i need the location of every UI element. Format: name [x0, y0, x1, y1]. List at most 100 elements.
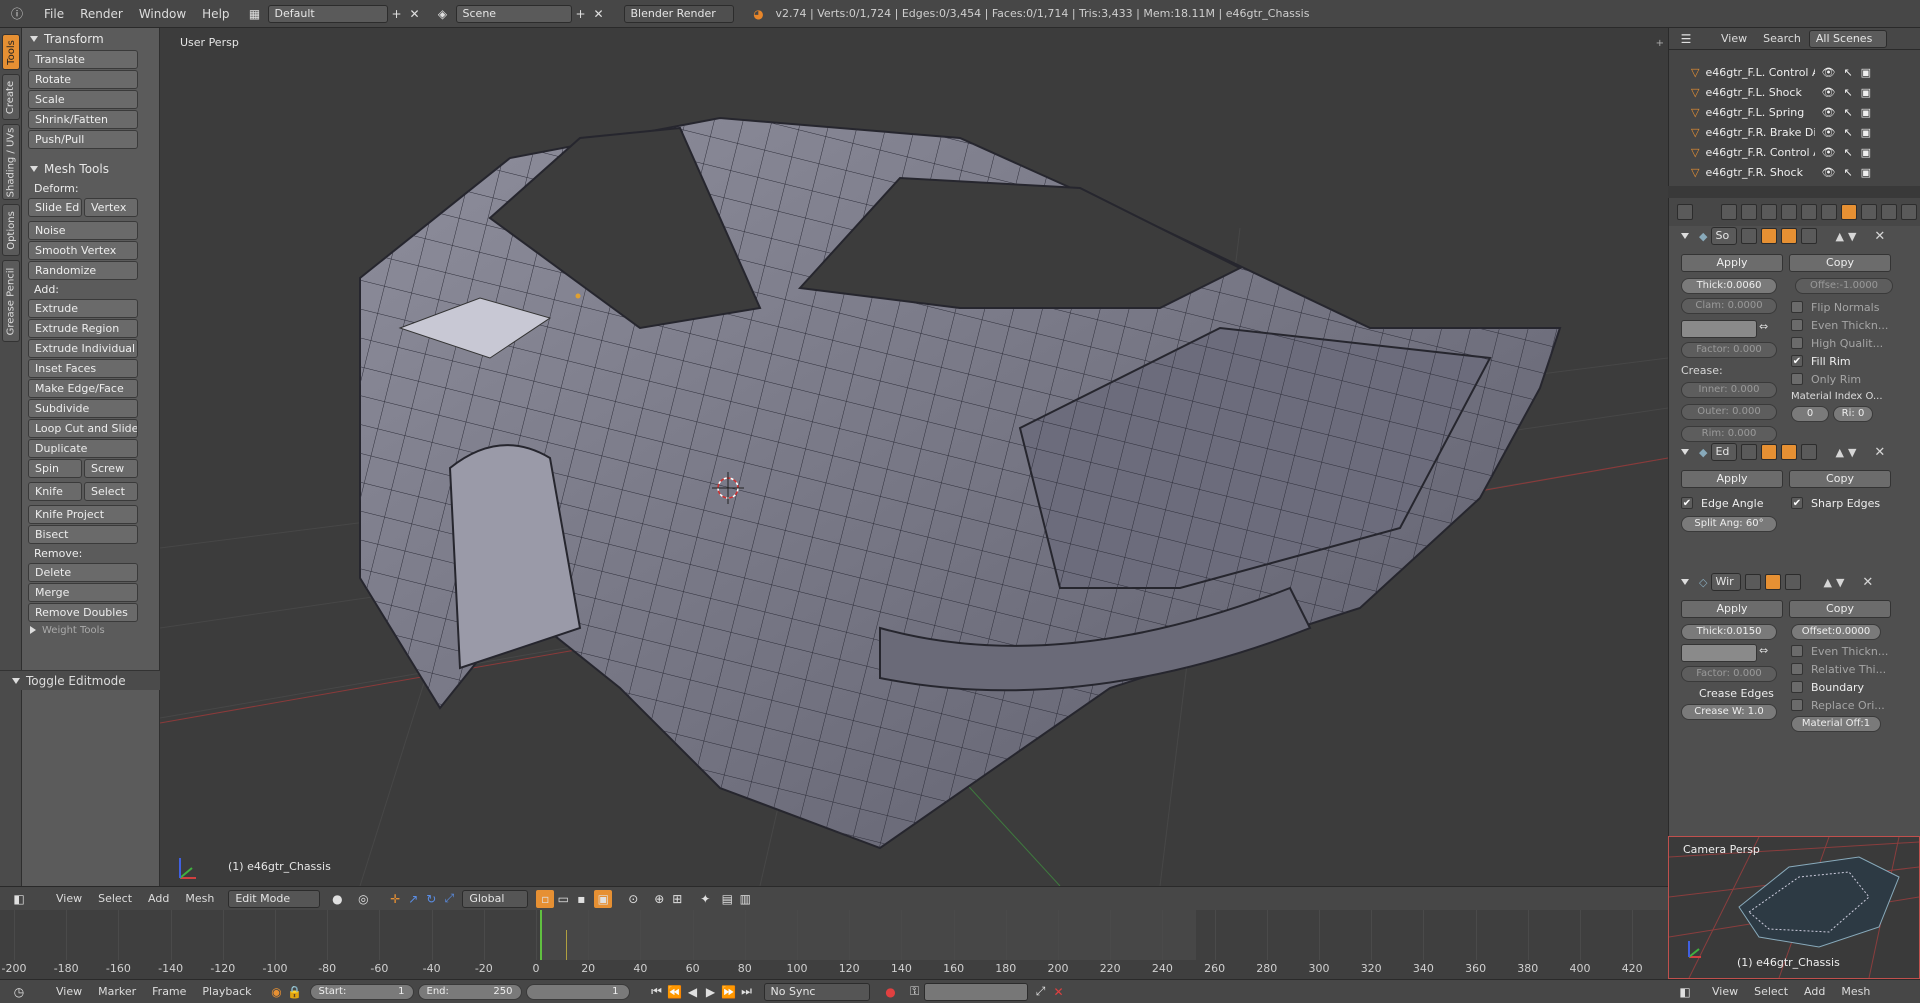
editmode-toggle-icon[interactable]: [1745, 574, 1762, 590]
tab-create[interactable]: Create: [2, 74, 20, 120]
jump-start-icon[interactable]: ⏮: [648, 983, 666, 1001]
add-layout-icon[interactable]: +: [388, 5, 406, 23]
vertex-slide-button[interactable]: Vertex: [84, 198, 138, 217]
remove-doubles-button[interactable]: Remove Doubles: [28, 603, 138, 622]
add-scene-icon[interactable]: +: [572, 5, 590, 23]
collapse-icon[interactable]: [1681, 449, 1689, 455]
render-icon[interactable]: ▣: [1861, 166, 1871, 179]
render-icon[interactable]: ▣: [1861, 66, 1871, 79]
timeline[interactable]: -200 -180 -160 -140 -120 -100 -80 -60 -40 -20 0 20 4…: [0, 910, 1668, 979]
inner-crease-field[interactable]: Inner: 0.000: [1681, 382, 1777, 398]
data-tab-icon[interactable]: [1861, 204, 1877, 220]
translate-button[interactable]: Translate: [28, 50, 138, 69]
material-index-field[interactable]: 0: [1791, 406, 1829, 422]
copy-button[interactable]: Copy: [1789, 254, 1891, 272]
cursor-icon[interactable]: ↖: [1843, 166, 1852, 179]
extrude-dropdown[interactable]: Extrude: [28, 299, 138, 318]
remove-scene-icon[interactable]: ✕: [590, 5, 608, 23]
tab-tools[interactable]: Tools: [2, 34, 20, 70]
layout-grid-icon[interactable]: ▦: [246, 5, 264, 23]
sharp-edges-checkbox[interactable]: ✔ Sharp Edges: [1791, 494, 1880, 512]
solidify-name-field[interactable]: So: [1711, 227, 1738, 245]
knife-project-button[interactable]: Knife Project: [28, 505, 138, 524]
wire-factor-field[interactable]: Factor: 0.000: [1681, 666, 1777, 682]
remove-modifier-icon[interactable]: ✕: [1874, 229, 1885, 244]
manipulator-icon[interactable]: ✛: [386, 890, 404, 908]
delete-dropdown[interactable]: Delete: [28, 563, 138, 582]
rotate-manipulator-icon[interactable]: ↻: [422, 890, 440, 908]
transform-panel-header[interactable]: Transform: [24, 28, 158, 50]
cam-add-menu[interactable]: Add: [1796, 985, 1833, 998]
mesh-tools-panel-header[interactable]: Mesh Tools: [24, 158, 158, 180]
outliner-display-select[interactable]: All Scenes: [1808, 29, 1887, 48]
inset-faces-button[interactable]: Inset Faces: [28, 359, 138, 378]
move-down-icon[interactable]: ▼: [1848, 446, 1856, 459]
scene-field[interactable]: Scene: [455, 4, 572, 23]
layers-tab-icon[interactable]: [1741, 204, 1757, 220]
bisect-button[interactable]: Bisect: [28, 525, 138, 544]
slide-edge-button[interactable]: Slide Ed: [28, 198, 82, 217]
invert-icon[interactable]: ⇔: [1759, 644, 1768, 662]
only-rim-checkbox[interactable]: Only Rim: [1791, 370, 1907, 388]
toggle-editmode-panel[interactable]: Toggle Editmode: [0, 670, 160, 690]
apply-button[interactable]: Apply: [1681, 600, 1783, 618]
remove-modifier-icon[interactable]: ✕: [1874, 445, 1885, 460]
extrude-region-button[interactable]: Extrude Region: [28, 319, 138, 338]
frame-menu[interactable]: Frame: [144, 985, 194, 998]
sync-select[interactable]: No Sync: [763, 982, 870, 1001]
3d-viewport[interactable]: User Persp (1) e46gtr_Chassis +: [160, 28, 1668, 886]
shading-icon[interactable]: ●: [328, 890, 346, 908]
outliner-row[interactable]: ▽ e46gtr_F.L. Spring 👁 ↖ ▣: [1669, 102, 1920, 122]
render-icon[interactable]: ▣: [1861, 146, 1871, 159]
eye-icon[interactable]: 👁: [1821, 86, 1835, 99]
render-toggle-icon[interactable]: [1761, 444, 1778, 460]
wireframe-name-field[interactable]: Wir: [1711, 573, 1742, 591]
mode-select[interactable]: Edit Mode: [228, 889, 321, 908]
cage-toggle-icon[interactable]: [1801, 444, 1818, 460]
render-icon[interactable]: ▣: [1861, 126, 1871, 139]
menu-window[interactable]: Window: [131, 7, 194, 21]
edge-angle-checkbox[interactable]: ✔ Edge Angle: [1681, 494, 1791, 512]
tab-shading-uvs[interactable]: Shading / UVs: [2, 124, 20, 200]
properties-editor-icon[interactable]: [1677, 204, 1693, 220]
realtime-toggle-icon[interactable]: [1785, 574, 1802, 590]
animation-render-icon[interactable]: ▥: [736, 890, 754, 908]
cam-view-menu[interactable]: View: [1704, 985, 1746, 998]
camera-viewport[interactable]: Camera Persp (1) e46gtr_Chassis: [1668, 836, 1920, 979]
split-angle-field[interactable]: Split Ang: 60°: [1681, 516, 1777, 532]
playback-menu[interactable]: Playback: [194, 985, 259, 998]
fill-rim-checkbox[interactable]: ✔ Fill Rim: [1791, 352, 1907, 370]
noise-button[interactable]: Noise: [28, 221, 138, 240]
edge-select-icon[interactable]: ▭: [554, 890, 572, 908]
modifiers-tab-icon[interactable]: [1841, 204, 1857, 220]
collapse-icon[interactable]: [1681, 233, 1689, 239]
outer-crease-field[interactable]: Outer: 0.000: [1681, 404, 1777, 420]
pivot-icon[interactable]: ◎: [354, 890, 372, 908]
camera-editor-icon[interactable]: ◧: [1676, 983, 1694, 1001]
crease-edges-checkbox[interactable]: Crease Edges: [1681, 684, 1791, 702]
viewport-corner-plus[interactable]: +: [1656, 38, 1664, 49]
realtime-toggle-icon[interactable]: [1781, 228, 1798, 244]
occlude-geometry-icon[interactable]: ▣: [594, 889, 613, 908]
mesh-menu[interactable]: Mesh: [177, 892, 222, 905]
tab-options[interactable]: Options: [2, 204, 20, 256]
weight-tools-panel-header[interactable]: Weight Tools: [24, 623, 158, 637]
cursor-icon[interactable]: ↖: [1843, 106, 1852, 119]
select-menu[interactable]: Select: [90, 892, 140, 905]
knife-select-button[interactable]: Select: [84, 482, 138, 501]
camera-render-icon[interactable]: ▤: [718, 890, 736, 908]
menu-render[interactable]: Render: [72, 7, 131, 21]
rotate-button[interactable]: Rotate: [28, 70, 138, 89]
jump-keyframe-forward-icon[interactable]: ⏩: [720, 983, 738, 1001]
even-thickness-checkbox[interactable]: Even Thickn...: [1791, 316, 1907, 334]
view-menu[interactable]: View: [48, 892, 90, 905]
editmode-toggle-icon[interactable]: [1741, 444, 1758, 460]
jump-end-icon[interactable]: ⏭: [738, 983, 756, 1001]
render-toggle-icon[interactable]: [1765, 574, 1782, 590]
spin-button[interactable]: Spin: [28, 459, 82, 478]
vertex-group-field[interactable]: [1681, 320, 1757, 338]
subdivide-button[interactable]: Subdivide: [28, 399, 138, 418]
translate-manipulator-icon[interactable]: ↗: [404, 890, 422, 908]
lock-icon[interactable]: 🔒: [286, 983, 304, 1001]
render-icon[interactable]: ▣: [1861, 106, 1871, 119]
